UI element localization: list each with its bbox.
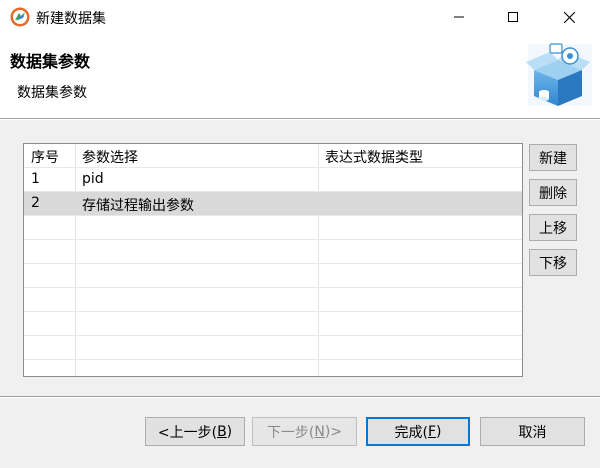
finish-label-prefix: 完成(: [394, 424, 428, 441]
window-title: 新建数据集: [36, 11, 106, 27]
empty-row: [24, 312, 522, 336]
prev-mnemonic: B: [217, 423, 227, 440]
next-label-suffix: )>: [324, 423, 343, 440]
minimize-button[interactable]: [436, 0, 482, 34]
empty-row: [24, 216, 522, 240]
page-subtitle: 数据集参数: [17, 85, 87, 101]
app-logo-icon: [10, 7, 30, 27]
cancel-button[interactable]: 取消: [480, 417, 585, 446]
row-index: 2: [31, 195, 40, 211]
prev-button[interactable]: <上一步(B): [145, 417, 245, 446]
table-header-row: 序号 参数选择 表达式数据类型: [24, 144, 522, 168]
title-bar: 新建数据集: [0, 0, 600, 34]
maximize-icon: [508, 12, 518, 22]
empty-row: [24, 288, 522, 312]
empty-row: [24, 336, 522, 360]
maximize-button[interactable]: [490, 0, 536, 34]
prev-label-prefix: <上一步(: [157, 424, 218, 441]
delete-button[interactable]: 删除: [529, 179, 577, 206]
parameters-table[interactable]: 序号 参数选择 表达式数据类型 1 pid 2 存储过程输出参数: [23, 143, 523, 377]
page-title: 数据集参数: [10, 52, 91, 71]
table-row-selected[interactable]: 2 存储过程输出参数: [24, 192, 522, 216]
column-header-type[interactable]: 表达式数据类型: [325, 147, 423, 167]
prev-label-suffix: ): [226, 423, 233, 440]
table-row[interactable]: 1 pid: [24, 168, 522, 192]
move-up-button[interactable]: 上移: [529, 214, 577, 241]
empty-row: [24, 264, 522, 288]
next-label-prefix: 下一步(: [266, 424, 315, 441]
column-header-param[interactable]: 参数选择: [82, 147, 138, 167]
wizard-header: 数据集参数 数据集参数: [0, 34, 600, 118]
move-down-button[interactable]: 下移: [529, 249, 577, 276]
next-mnemonic: N: [314, 423, 325, 440]
finish-button[interactable]: 完成(F): [366, 417, 470, 446]
new-button[interactable]: 新建: [529, 144, 577, 171]
close-icon: [563, 11, 575, 23]
row-index: 1: [31, 171, 40, 187]
finish-label-suffix: ): [436, 423, 442, 440]
next-button[interactable]: 下一步(N)>: [252, 417, 357, 446]
close-button[interactable]: [546, 0, 592, 34]
finish-mnemonic: F: [427, 423, 437, 440]
dataset-box-icon: [526, 43, 592, 106]
row-param[interactable]: 存储过程输出参数: [82, 195, 194, 215]
row-param[interactable]: pid: [82, 171, 104, 187]
empty-row: [24, 240, 522, 264]
column-header-index[interactable]: 序号: [31, 147, 59, 167]
minimize-icon: [454, 16, 464, 18]
